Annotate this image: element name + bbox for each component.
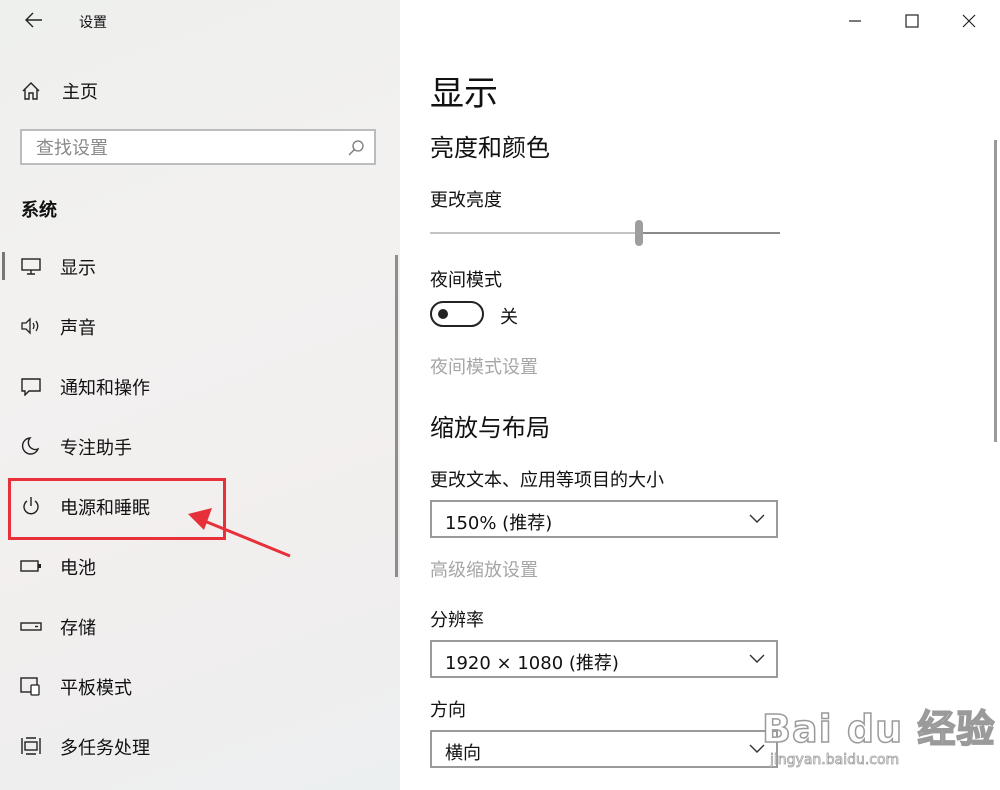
night-mode-settings-link[interactable]: 夜间模式设置 bbox=[430, 353, 538, 379]
monitor-icon bbox=[21, 258, 41, 275]
annotation-arrow-icon bbox=[188, 508, 291, 558]
slider-track-empty bbox=[643, 232, 780, 234]
sidebar-item-label: 通知和操作 bbox=[60, 378, 150, 399]
night-mode-label: 夜间模式 bbox=[430, 270, 502, 291]
nav-scrollbar[interactable] bbox=[395, 255, 398, 577]
page-title: 显示 bbox=[430, 74, 498, 114]
resolution-label: 分辨率 bbox=[430, 610, 484, 631]
scale-dropdown[interactable]: 150% (推荐) bbox=[430, 500, 778, 538]
orientation-value: 横向 bbox=[445, 743, 481, 764]
watermark-logo: Bai du 经验 bbox=[761, 706, 996, 752]
advanced-scale-settings-link[interactable]: 高级缩放设置 bbox=[430, 556, 538, 582]
minimize-icon[interactable] bbox=[842, 8, 868, 34]
speaker-icon bbox=[21, 317, 39, 335]
brightness-label: 更改亮度 bbox=[430, 190, 502, 211]
sidebar-item-label: 声音 bbox=[60, 318, 96, 339]
section-header: 系统 bbox=[21, 200, 57, 221]
back-arrow-icon[interactable] bbox=[22, 8, 46, 32]
sidebar-item-display[interactable]: 显示 bbox=[0, 246, 370, 286]
home-icon bbox=[22, 82, 40, 100]
sidebar-item-label: 多任务处理 bbox=[60, 738, 150, 759]
notification-icon bbox=[21, 378, 41, 396]
scale-value: 150% (推荐) bbox=[445, 513, 553, 534]
sidebar-item-tablet-mode[interactable]: 平板模式 bbox=[0, 666, 370, 706]
night-mode-state: 关 bbox=[500, 307, 518, 328]
sidebar-item-label: 平板模式 bbox=[60, 678, 132, 699]
night-mode-toggle[interactable] bbox=[430, 301, 484, 327]
orientation-label: 方向 bbox=[430, 700, 466, 721]
moon-icon bbox=[21, 437, 40, 455]
storage-icon bbox=[20, 622, 42, 631]
baidu-jingyan-watermark: Bai du 经验 jingyan.baidu.com bbox=[748, 680, 998, 780]
toggle-knob bbox=[438, 309, 448, 319]
sidebar-item-label: 存储 bbox=[60, 618, 96, 639]
navigation-pane: 设置 主页 系统 显示 声音 通知和操作 bbox=[0, 0, 400, 790]
home-link[interactable]: 主页 bbox=[20, 78, 98, 104]
sidebar-item-label: 专注助手 bbox=[60, 438, 132, 459]
battery-icon bbox=[20, 560, 41, 572]
resolution-value: 1920 × 1080 (推荐) bbox=[445, 653, 619, 674]
chevron-down-icon bbox=[749, 654, 765, 663]
content-scrollbar[interactable] bbox=[994, 140, 997, 442]
tablet-mode-icon bbox=[20, 677, 40, 696]
section-title-brightness: 亮度和颜色 bbox=[430, 134, 550, 162]
brightness-slider[interactable] bbox=[430, 220, 780, 246]
watermark-url: jingyan.baidu.com bbox=[770, 752, 900, 769]
search-icon[interactable] bbox=[347, 139, 365, 157]
sidebar-item-multitasking[interactable]: 多任务处理 bbox=[0, 726, 370, 766]
search-box[interactable] bbox=[20, 129, 376, 165]
multitasking-icon bbox=[21, 737, 41, 755]
content-pane: 显示 亮度和颜色 更改亮度 夜间模式 关 夜间模式设置 缩放与布局 更改文本、应… bbox=[400, 0, 1000, 790]
sidebar-item-label: 显示 bbox=[60, 258, 96, 279]
orientation-dropdown[interactable]: 横向 bbox=[430, 730, 778, 768]
close-icon[interactable] bbox=[956, 8, 982, 34]
app-title: 设置 bbox=[79, 15, 107, 31]
slider-thumb[interactable] bbox=[635, 220, 643, 246]
slider-track-filled bbox=[430, 232, 635, 234]
search-input[interactable] bbox=[34, 136, 338, 160]
home-label: 主页 bbox=[62, 82, 98, 103]
chevron-down-icon bbox=[749, 514, 765, 523]
sidebar-item-sound[interactable]: 声音 bbox=[0, 306, 370, 346]
sidebar-item-storage[interactable]: 存储 bbox=[0, 606, 370, 646]
sidebar-item-notifications[interactable]: 通知和操作 bbox=[0, 366, 370, 406]
sidebar-item-focus-assist[interactable]: 专注助手 bbox=[0, 426, 370, 466]
section-title-scale-layout: 缩放与布局 bbox=[430, 414, 550, 442]
resolution-dropdown[interactable]: 1920 × 1080 (推荐) bbox=[430, 640, 778, 678]
scale-label: 更改文本、应用等项目的大小 bbox=[430, 470, 664, 491]
maximize-icon[interactable] bbox=[899, 8, 925, 34]
sidebar-item-label: 电池 bbox=[60, 558, 96, 579]
